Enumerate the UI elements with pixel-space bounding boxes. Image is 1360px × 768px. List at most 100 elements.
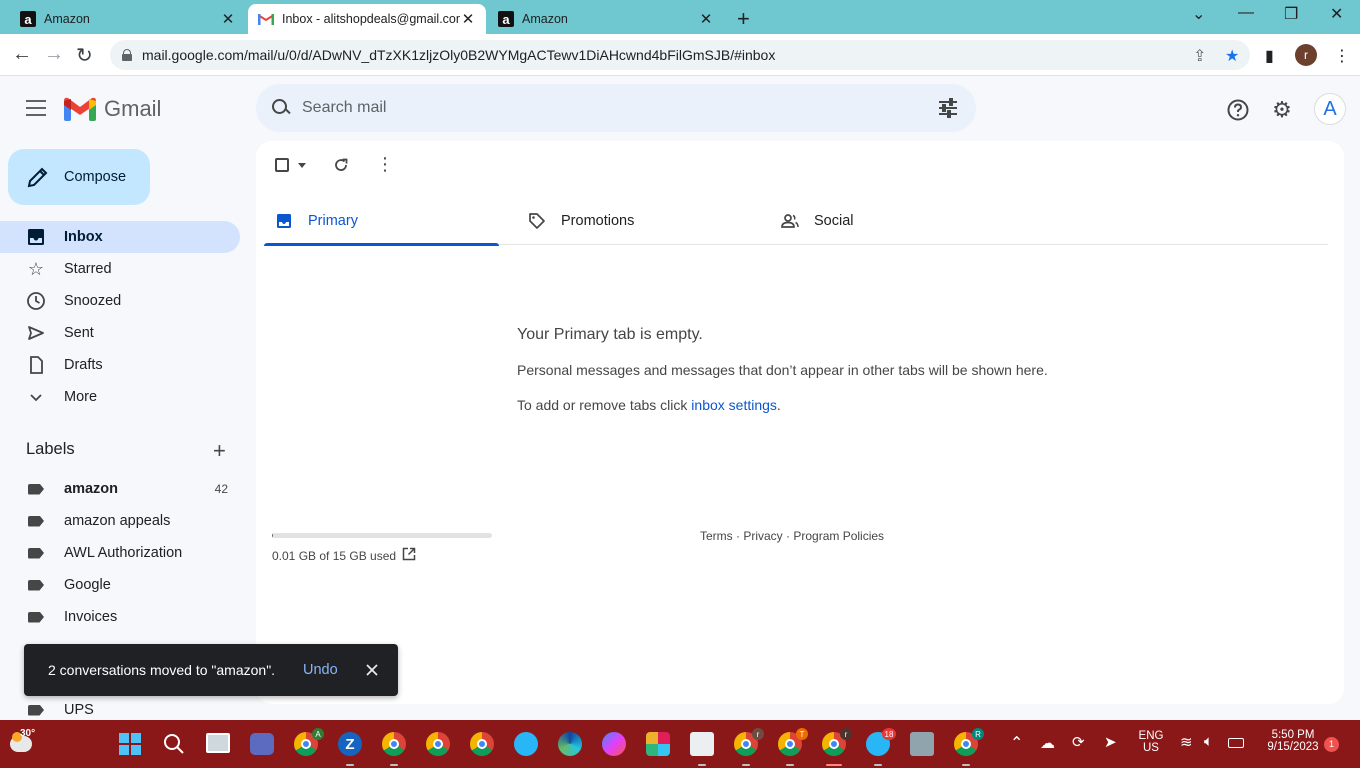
restore-button[interactable]: ❐ <box>1284 4 1298 24</box>
search-icon[interactable] <box>162 732 186 756</box>
address-bar[interactable]: mail.google.com/mail/u/0/d/ADwNV_dTzXK1z… <box>110 40 1250 70</box>
profile-badge: r <box>752 728 764 740</box>
side-panel-icon[interactable]: ▮ <box>1265 46 1274 66</box>
search-input[interactable] <box>302 99 902 117</box>
chrome-profile-r2-icon[interactable]: R <box>954 728 984 756</box>
wifi-icon[interactable]: ≋ <box>1180 733 1193 751</box>
region-code: US <box>1143 742 1159 754</box>
browser-profile-avatar[interactable]: r <box>1295 44 1317 66</box>
sync-icon[interactable]: ⟳ <box>1072 733 1085 751</box>
inbox-settings-link[interactable]: inbox settings <box>691 397 777 413</box>
browser-tab-strip: a Amazon ✕ Inbox - alitshopdeals@gmail.c… <box>0 0 1360 34</box>
sidebar-item-snoozed[interactable]: Snoozed <box>0 285 240 317</box>
back-button[interactable]: ← <box>12 43 32 66</box>
windows-start-icon[interactable] <box>118 732 142 756</box>
close-window-button[interactable]: ✕ <box>1330 4 1343 24</box>
input-language[interactable]: ENG US <box>1136 730 1166 754</box>
slack-icon[interactable] <box>646 732 670 756</box>
program-policies-link[interactable]: Program Policies <box>793 529 884 543</box>
battery-icon[interactable] <box>1228 738 1244 748</box>
tab-label: Primary <box>308 213 358 229</box>
sidebar-item-inbox[interactable]: Inbox <box>0 221 240 253</box>
chrome-profile-t-icon[interactable]: T <box>778 728 808 756</box>
reload-button[interactable]: ↻ <box>76 43 93 68</box>
sidebar-item-drafts[interactable]: Drafts <box>0 349 240 381</box>
account-avatar[interactable]: A <box>1314 93 1346 125</box>
label-item-amazon[interactable]: amazon 42 <box>0 473 240 505</box>
bookmark-star-icon[interactable]: ★ <box>1225 46 1239 66</box>
browser-tab-amazon-2[interactable]: a Amazon ✕ <box>488 4 724 34</box>
chrome-profile-a-icon[interactable]: A <box>294 728 324 756</box>
settings-gear-icon[interactable]: ⚙ <box>1270 97 1294 122</box>
sidebar-item-more[interactable]: More <box>0 381 240 413</box>
empty-state-settings-line: To add or remove tabs click inbox settin… <box>517 397 781 413</box>
chrome-active-icon[interactable]: r <box>822 728 852 756</box>
browser-tab-amazon-1[interactable]: a Amazon ✕ <box>10 4 246 34</box>
refresh-icon[interactable] <box>333 157 349 173</box>
label-item-google[interactable]: Google <box>0 569 240 601</box>
chrome-profile-r-icon[interactable]: r <box>734 728 764 756</box>
tab-social[interactable]: Social <box>770 197 1005 245</box>
more-options-icon[interactable]: ⋮ <box>376 154 394 175</box>
close-tab-icon[interactable]: ✕ <box>460 10 476 28</box>
sidebar-item-starred[interactable]: ☆ Starred <box>0 253 240 285</box>
terms-link[interactable]: Terms <box>700 529 733 543</box>
labels-heading: Labels <box>26 440 75 458</box>
tab-promotions[interactable]: Promotions <box>517 197 752 245</box>
teams-icon[interactable] <box>250 733 274 755</box>
open-external-icon[interactable] <box>402 547 416 561</box>
main-menu-icon[interactable] <box>26 100 46 116</box>
chrome-icon[interactable] <box>382 732 406 756</box>
telegram-icon[interactable]: 18 <box>866 728 896 756</box>
zoom-icon[interactable]: Z <box>338 732 362 756</box>
chrome-icon[interactable] <box>426 732 450 756</box>
search-options-icon[interactable] <box>938 98 958 118</box>
calculator-icon[interactable] <box>910 732 934 756</box>
minimize-button[interactable]: — <box>1238 4 1254 22</box>
create-label-button[interactable]: + <box>213 438 226 464</box>
tray-chevron-up-icon[interactable]: ⌃ <box>1010 733 1023 753</box>
telegram-icon[interactable] <box>514 732 538 756</box>
compose-button[interactable]: Compose <box>8 149 150 205</box>
browser-menu-icon[interactable]: ⋮ <box>1334 46 1350 66</box>
windows-taskbar: 30° A Z r T r 18 R ⌃ ☁ ⟳ ➤ ENG US ≋ 🔈︎ 5:… <box>0 720 1360 768</box>
chrome-icon[interactable] <box>470 732 494 756</box>
select-all-checkbox[interactable] <box>275 158 289 172</box>
tab-search-chevron-icon[interactable]: ⌄ <box>1192 4 1205 24</box>
privacy-link[interactable]: Privacy <box>743 529 782 543</box>
volume-icon[interactable]: 🔈︎ <box>1204 733 1213 750</box>
forward-button[interactable]: → <box>44 43 64 66</box>
help-icon[interactable] <box>1226 98 1250 122</box>
gmail-logo[interactable]: Gmail <box>64 96 161 122</box>
tab-primary[interactable]: Primary <box>264 197 499 246</box>
label-item-amazon-appeals[interactable]: amazon appeals <box>0 505 240 537</box>
close-tab-icon[interactable]: ✕ <box>698 10 714 28</box>
label-item-invoices[interactable]: Invoices <box>0 601 240 633</box>
active-indicator <box>826 764 842 766</box>
sidebar-item-sent[interactable]: Sent <box>0 317 240 349</box>
browser-tab-gmail[interactable]: Inbox - alitshopdeals@gmail.com ✕ <box>248 4 486 34</box>
close-tab-icon[interactable]: ✕ <box>220 10 236 28</box>
onedrive-icon[interactable]: ☁ <box>1040 734 1055 752</box>
search-icon[interactable] <box>270 97 292 119</box>
label-name: AWL Authorization <box>64 545 183 561</box>
gmail-header: Gmail ⚙ A <box>0 76 1360 140</box>
messenger-icon[interactable] <box>602 732 626 756</box>
weather-widget[interactable]: 30° <box>10 728 36 756</box>
label-name: UPS <box>64 702 94 718</box>
task-view-icon[interactable] <box>206 733 230 753</box>
share-icon[interactable]: ⇪ <box>1193 46 1206 66</box>
clock[interactable]: 5:50 PM 9/15/2023 <box>1256 729 1330 753</box>
edge-icon[interactable] <box>558 732 582 756</box>
close-icon[interactable] <box>364 662 380 678</box>
snipping-tool-icon[interactable] <box>690 732 714 756</box>
label-item-awl-authorization[interactable]: AWL Authorization <box>0 537 240 569</box>
snackbar-message: 2 conversations moved to "amazon". <box>48 662 276 678</box>
undo-button[interactable]: Undo <box>303 662 338 678</box>
select-dropdown-caret-icon[interactable] <box>298 163 306 168</box>
new-tab-button[interactable]: + <box>737 6 750 32</box>
empty-state-description: Personal messages and messages that don’… <box>517 362 1048 378</box>
location-icon[interactable]: ➤ <box>1104 733 1117 751</box>
settings-suffix-text: . <box>776 397 781 413</box>
notification-badge[interactable]: 1 <box>1324 737 1339 752</box>
